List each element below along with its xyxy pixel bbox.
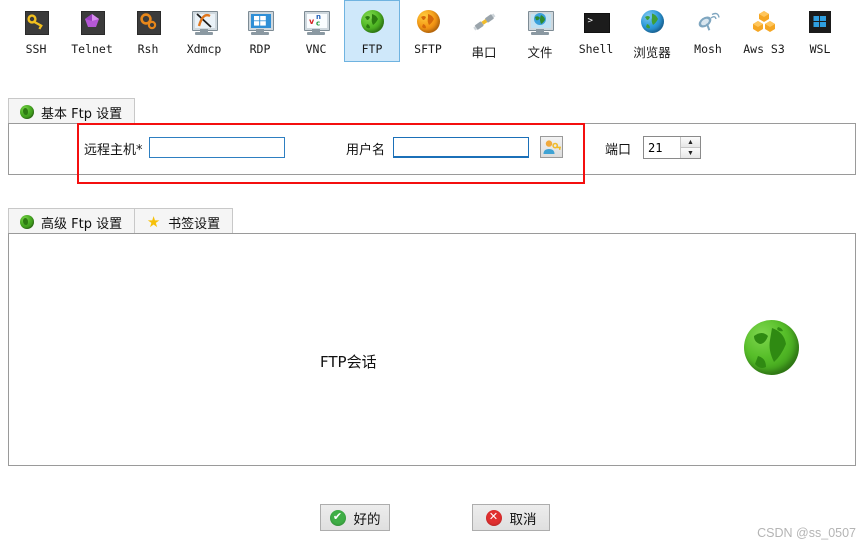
toolbar-item-label: RDP: [249, 42, 271, 56]
port-stepper-arrows: ▲ ▼: [680, 137, 700, 158]
toolbar-item-label: 串口: [471, 45, 497, 60]
port-decrement-button[interactable]: ▼: [681, 148, 700, 158]
tab-advanced-ftp-settings[interactable]: 高级 Ftp 设置: [8, 208, 136, 235]
monitor-windows-icon: [246, 8, 274, 36]
toolbar-item-label: 浏览器: [633, 45, 671, 60]
toolbar-item-label: Xdmcp: [186, 42, 222, 56]
toolbar-item-label: SSH: [25, 42, 47, 56]
toolbar-item-label: VNC: [305, 42, 327, 56]
toolbar-item-vnc[interactable]: v n c VNC: [288, 0, 344, 62]
toolbar-item-label: 文件: [527, 45, 553, 60]
toolbar-item-files[interactable]: 文件: [512, 0, 568, 62]
svg-text:>: >: [588, 16, 594, 26]
toolbar-item-label: SFTP: [414, 42, 442, 56]
tab-basic-ftp-settings[interactable]: 基本 Ftp 设置: [8, 98, 136, 125]
toolbar-item-label: FTP: [361, 42, 383, 56]
toolbar-item-label: Shell: [578, 42, 614, 56]
monitor-vnc-icon: v n c: [302, 8, 330, 36]
port-stepper[interactable]: 21 ▲ ▼: [643, 136, 701, 159]
cancel-button-label: 取消: [509, 511, 537, 528]
toolbar-item-label: Aws S3: [743, 42, 785, 56]
satellite-icon: [694, 8, 722, 36]
ok-button[interactable]: ✔ 好的: [320, 504, 390, 531]
toolbar-item-wsl[interactable]: WSL: [792, 0, 848, 62]
toolbar-item-label: Rsh: [137, 42, 159, 56]
globe-green-icon: [20, 215, 34, 229]
secondary-tabrow: 高级 Ftp 设置 ★ 书签设置: [8, 206, 234, 235]
toolbar-item-telnet[interactable]: Telnet: [64, 0, 120, 62]
close-icon: ✕: [485, 509, 502, 526]
toolbar-item-aws-s3[interactable]: Aws S3: [736, 0, 792, 62]
session-title: FTP会话: [320, 353, 377, 371]
basic-settings-panel: 远程主机* 用户名 端口 21 ▲ ▼: [8, 123, 856, 175]
toolbar-item-rsh[interactable]: Rsh: [120, 0, 176, 62]
tab-label: 高级 Ftp 设置: [41, 216, 123, 232]
check-icon: ✔: [329, 509, 346, 526]
ok-button-label: 好的: [353, 511, 381, 528]
tab-label: 书签设置: [168, 216, 221, 232]
toolbar-item-serial[interactable]: 串口: [456, 0, 512, 62]
remote-host-input[interactable]: [149, 137, 285, 158]
user-key-icon: [543, 140, 561, 154]
star-icon: ★: [146, 213, 161, 231]
monitor-globe-icon: [526, 8, 554, 36]
gears-icon: [134, 8, 162, 36]
tab-label: 基本 Ftp 设置: [41, 106, 123, 122]
watermark: CSDN @ss_0507: [757, 526, 856, 540]
tab-bookmark-settings[interactable]: ★ 书签设置: [134, 208, 234, 235]
remote-host-label: 远程主机*: [84, 143, 143, 158]
port-label: 端口: [605, 143, 632, 158]
user-key-icon-button[interactable]: [540, 136, 563, 158]
toolbar-item-rdp[interactable]: RDP: [232, 0, 288, 62]
username-label: 用户名: [346, 143, 386, 158]
toolbar-item-xdmcp[interactable]: Xdmcp: [176, 0, 232, 62]
globe-green-icon: [358, 8, 386, 36]
toolbar-item-label: WSL: [809, 42, 831, 56]
windows-icon: [806, 8, 834, 36]
protocol-toolbar: SSH Telnet Rsh Xdmcp RDP v n c VNC FTP S…: [0, 0, 864, 70]
basic-settings-tabrow: 基本 Ftp 设置: [8, 96, 136, 125]
port-value[interactable]: 21: [644, 137, 680, 158]
monitor-x-icon: [190, 8, 218, 36]
username-input[interactable]: [393, 137, 529, 158]
svg-text:v: v: [309, 17, 315, 26]
globe-orange-icon: [414, 8, 442, 36]
toolbar-item-ftp[interactable]: FTP: [344, 0, 400, 62]
gem-icon: [78, 8, 106, 36]
globe-green-icon: [20, 105, 34, 119]
globe-green-large-icon: [744, 320, 799, 375]
toolbar-item-ssh[interactable]: SSH: [8, 0, 64, 62]
key-icon: [22, 8, 50, 36]
toolbar-item-mosh[interactable]: Mosh: [680, 0, 736, 62]
terminal-icon: >: [582, 8, 610, 36]
toolbar-item-browser[interactable]: 浏览器: [624, 0, 680, 62]
toolbar-item-label: Telnet: [71, 42, 113, 56]
globe-blue-icon: [638, 8, 666, 36]
session-panel: FTP会话: [8, 233, 856, 466]
toolbar-item-sftp[interactable]: SFTP: [400, 0, 456, 62]
cancel-button[interactable]: ✕ 取消: [472, 504, 550, 531]
aws-cubes-icon: [750, 8, 778, 36]
toolbar-item-label: Mosh: [694, 42, 722, 56]
toolbar-item-shell[interactable]: > Shell: [568, 0, 624, 62]
port-increment-button[interactable]: ▲: [681, 137, 700, 148]
svg-text:c: c: [316, 20, 320, 28]
serial-plug-icon: [470, 8, 498, 36]
